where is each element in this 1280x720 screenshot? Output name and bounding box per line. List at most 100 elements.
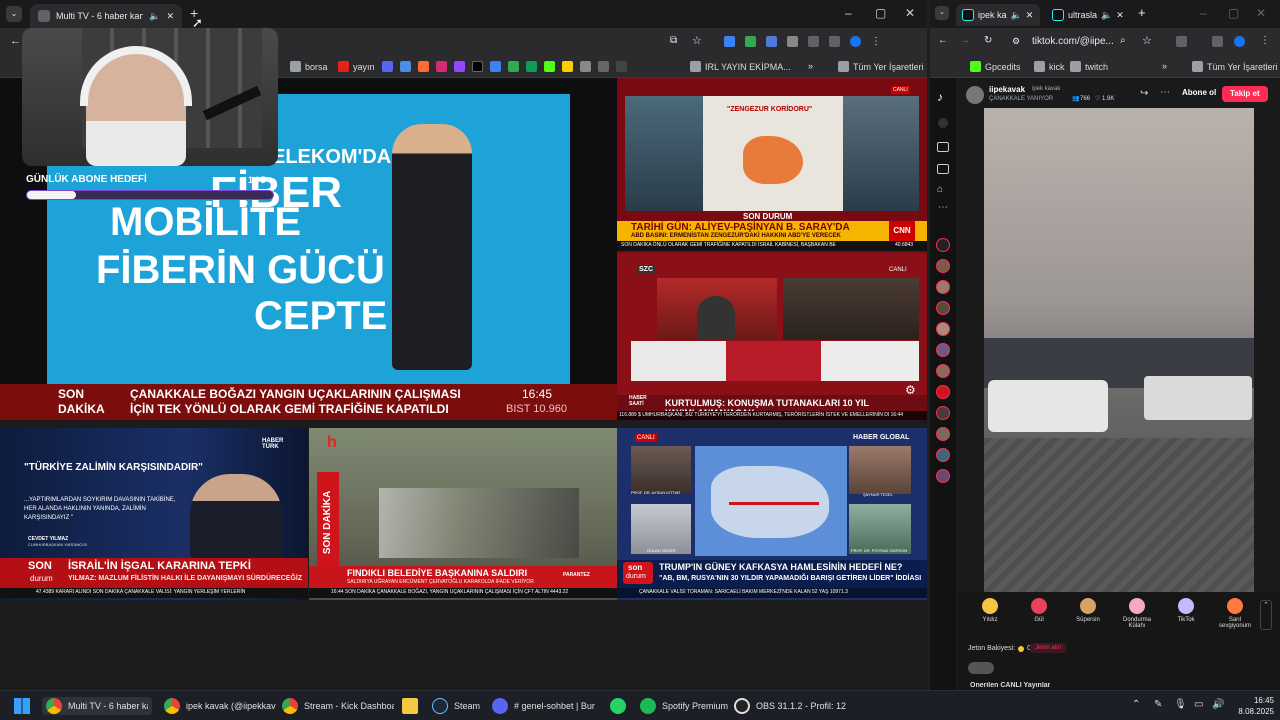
bookmark-borsa[interactable]: borsa [290,61,328,72]
star-icon[interactable]: ☆ [692,34,702,47]
extension-icon[interactable] [745,36,756,47]
bookmark-all[interactable]: Tüm Yer İşaretleri [838,61,924,72]
gift-item[interactable]: Süpersin [1068,598,1108,623]
home-icon[interactable]: ⌂ [937,184,943,195]
gift-item[interactable]: Dondurma Külahı [1117,598,1157,629]
avatar[interactable] [936,343,950,357]
bookmark-icon[interactable] [526,61,537,72]
avatar[interactable] [936,238,950,252]
avatar[interactable] [936,280,950,294]
media-icon[interactable] [829,36,840,47]
maximize-icon[interactable]: ▢ [875,6,886,20]
collapse-icon[interactable] [938,118,948,128]
taskbar-item-steam[interactable]: Steam [432,697,480,715]
star-icon[interactable]: ☆ [1142,34,1152,47]
x-icon[interactable] [472,61,483,72]
minimize-icon[interactable]: – [845,6,852,20]
avatar[interactable] [936,469,950,483]
install-icon[interactable]: ⧉ [670,35,677,46]
share-icon[interactable]: ↪ [1140,88,1148,99]
forward-icon[interactable]: → [960,35,970,46]
bookmark-icon[interactable] [562,61,573,72]
close-window-icon[interactable]: ✕ [905,6,915,20]
menu-icon[interactable]: ⋮ [871,36,881,47]
gift-item[interactable]: Sarıl sevgiyonum [1215,598,1255,629]
twitch-icon[interactable] [454,61,465,72]
bookmark-icon[interactable] [580,61,591,72]
subscribe-button[interactable]: Abone ol [1182,88,1216,97]
bookmark-icon[interactable] [382,61,393,72]
maximize-icon[interactable]: ▢ [1228,6,1239,20]
profile-avatar[interactable] [1234,36,1245,47]
speaker-icon[interactable]: 🔈 [149,11,160,22]
streamer-avatar[interactable] [966,86,984,104]
tv-panel-mid-right[interactable]: SZC CANLI ⚙ HABER SAATİ KURTULMUŞ: KONUŞ… [617,253,927,420]
windows-start-icon[interactable] [14,698,30,714]
bookmark-kick[interactable]: kick [1034,61,1065,72]
tab-multi-tv[interactable]: Multi TV - 6 haber kanalın 🔈 ✕ [30,4,182,28]
taskbar-whatsapp[interactable] [610,697,626,715]
tab-tiktok-ipek[interactable]: ipek ka 🔈 ✕ [956,4,1040,26]
more-options-icon[interactable]: ⋯ [1160,87,1170,98]
avatar[interactable] [936,322,950,336]
pen-icon[interactable]: ✎ [1154,699,1162,710]
gift-item[interactable]: Yıldız [970,598,1010,623]
tab-search-button[interactable]: ⌄ [6,6,22,22]
close-tab-icon[interactable]: ✕ [166,11,174,22]
gift-item[interactable]: Gül [1019,598,1059,623]
tray-chevron-icon[interactable]: ⌃ [1132,699,1140,710]
url-bar[interactable]: tiktok.com/@iipe... [1032,36,1114,47]
extension-icon[interactable] [787,36,798,47]
taskbar-item-discord[interactable]: # genel-sohbet | Bur [492,697,600,715]
taskbar-item-multi-tv[interactable]: Multi TV - 6 haber kana [42,697,152,715]
more-icon[interactable]: ⋯ [938,202,948,213]
taskbar-item-spotify[interactable]: Spotify Premium [640,697,728,715]
speaker-icon[interactable]: 🔈 [1011,10,1022,21]
bookmark-icon[interactable] [544,61,555,72]
volume-icon[interactable]: 🔊 [1212,699,1224,710]
gift-scroll-icon[interactable]: ⌃ [1260,600,1272,630]
more-bookmarks-icon[interactable]: » [808,61,813,71]
follow-button[interactable]: Takip et [1222,86,1268,102]
avatar[interactable] [936,364,950,378]
network-icon[interactable]: ▭ [1194,699,1203,710]
media-icon[interactable] [1212,36,1223,47]
bookmark-icon[interactable] [616,61,627,72]
tv-panel-bottom-middle[interactable]: h SON DAKİKA FINDIKLI BELEDİYE BAŞKANINA… [309,428,617,600]
reload-icon[interactable]: ↻ [984,35,992,46]
taskbar-item-obs[interactable]: OBS 31.1.2 - Profil: 123 - [734,697,846,715]
extensions-puzzle-icon[interactable] [1176,36,1187,47]
close-tab-icon[interactable]: ✕ [1026,10,1034,21]
tv-panel-bottom-left[interactable]: HABER TÜRK "TÜRKİYE ZALİMİN KARŞISINDADI… [0,428,308,600]
chat-toggle[interactable] [968,662,994,674]
more-bookmarks-icon[interactable]: » [1162,61,1167,71]
extensions-puzzle-icon[interactable] [808,36,819,47]
avatar[interactable] [936,448,950,462]
new-tab-button[interactable]: + [1138,5,1146,20]
site-info-icon[interactable]: ⚙ [1012,36,1020,47]
tiktok-logo-icon[interactable]: ♪ [937,90,943,104]
taskbar-item-kick[interactable]: Stream - Kick Dashboar [282,697,394,715]
bookmark-all[interactable]: Tüm Yer İşaretleri [1192,61,1278,72]
instagram-icon[interactable] [436,61,447,72]
microphone-icon[interactable]: 🎙 [1174,699,1187,710]
bookmark-gpcedits[interactable]: Gpcedits [970,61,1021,72]
tab-search-button[interactable]: ⌄ [935,6,949,20]
bookmark-icon[interactable] [418,61,429,72]
avatar[interactable] [936,301,950,315]
bookmark-icon[interactable] [508,61,519,72]
taskbar-clock[interactable]: 16:45 8.08.2025 [1228,695,1274,717]
live-video[interactable] [984,108,1254,592]
bookmark-irl[interactable]: IRL YAYIN EKİPMA... [690,61,791,72]
tv-panel-top-right[interactable]: "ZENGEZUR KORİDORU" CANLI SON DURUM TARİ… [617,78,927,253]
avatar[interactable] [936,427,950,441]
gift-item[interactable]: TikTok [1166,598,1206,623]
extension-icon[interactable] [766,36,777,47]
back-icon[interactable]: ← [938,35,948,46]
bookmark-yayin[interactable]: yayın [338,61,375,72]
avatar[interactable] [936,406,950,420]
bookmark-twitch[interactable]: twitch [1070,61,1108,72]
taskbar-file-explorer[interactable] [402,697,418,715]
close-tab-icon[interactable]: ✕ [1116,10,1124,21]
menu-icon[interactable]: ⋮ [1260,35,1270,46]
